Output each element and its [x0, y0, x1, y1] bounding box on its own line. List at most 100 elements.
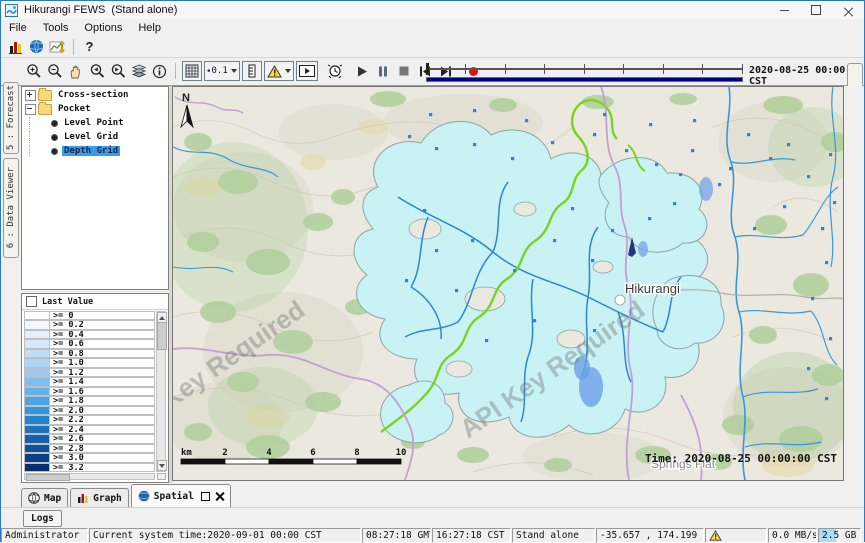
tree-node-label[interactable]: Pocket	[56, 104, 93, 114]
app-window: Hikurangi FEWS (Stand alone) File Tools …	[0, 0, 865, 542]
grid-icon	[185, 64, 199, 78]
legend-row-label: >= 1.2	[50, 368, 155, 377]
spatial-globe-icon	[138, 490, 150, 502]
main-toolbar: ?	[1, 36, 864, 58]
scrollbar-thumb[interactable]	[26, 474, 70, 481]
menu-help[interactable]: Help	[130, 21, 169, 35]
legend-row[interactable]: >= 1.0	[24, 358, 155, 367]
zoom-previous-icon	[89, 63, 105, 79]
legend-row-label: >= 3.2	[50, 463, 155, 472]
threshold-value: 0.1	[212, 66, 228, 76]
legend-color-swatch	[24, 415, 50, 424]
zoom-previous-button[interactable]	[86, 61, 107, 81]
legend-row[interactable]: >= 2.0	[24, 406, 155, 415]
legend-color-swatch	[24, 368, 50, 377]
grid-toggle-button[interactable]	[182, 61, 202, 81]
tree-node-pocket[interactable]: Pocket	[22, 103, 168, 115]
contour-threshold-dropdown[interactable]: • 0.1	[204, 61, 240, 81]
legend-row[interactable]: >= 0.4	[24, 330, 155, 339]
tree-indent	[29, 117, 51, 129]
tree-node-cross-section[interactable]: Cross-section	[22, 89, 168, 101]
ruler-button[interactable]	[242, 61, 262, 81]
map-display-button[interactable]	[26, 37, 47, 57]
status-warning[interactable]	[705, 528, 767, 543]
tree-node-label-selected[interactable]: Depth Grid	[62, 146, 120, 156]
tree-node-label[interactable]: Level Point	[62, 118, 126, 128]
map-toolbar: • 0.1	[1, 58, 864, 86]
legend-row[interactable]: >= 1.4	[24, 377, 155, 386]
close-icon	[844, 6, 853, 15]
legend-row[interactable]: >= 3.2	[24, 463, 155, 472]
timeline-slider[interactable]	[426, 62, 743, 83]
layers-button[interactable]	[128, 61, 149, 81]
map-view[interactable]: API Key Required API Key Required Hikura…	[172, 86, 844, 481]
menu-options[interactable]: Options	[76, 21, 130, 35]
collapse-icon[interactable]	[25, 104, 36, 115]
explorer-chart-button[interactable]	[5, 37, 26, 57]
logs-button[interactable]: Logs	[23, 510, 62, 527]
legend-row[interactable]: >= 0.6	[24, 339, 155, 348]
legend-color-swatch	[24, 463, 50, 472]
info-button[interactable]	[149, 61, 170, 81]
tab-graph[interactable]: Graph	[70, 488, 129, 507]
legend-row[interactable]: >= 2.2	[24, 415, 155, 424]
last-value-checkbox[interactable]	[26, 296, 37, 307]
tree-node-depth-grid[interactable]: Depth Grid	[22, 145, 168, 157]
legend-row-label: >= 0.8	[50, 349, 155, 358]
scroll-down-button[interactable]	[157, 460, 167, 471]
tab-map[interactable]: Map	[21, 488, 68, 507]
legend-row[interactable]: >= 0.8	[24, 349, 155, 358]
tree-node-level-grid[interactable]: Level Grid	[22, 131, 168, 143]
tab-spatial[interactable]: Spatial	[131, 484, 231, 507]
pan-button[interactable]	[65, 61, 86, 81]
zoom-in-icon	[26, 63, 42, 79]
toolbar-separator	[73, 39, 74, 55]
legend-row[interactable]: >= 1.2	[24, 368, 155, 377]
legend-color-swatch	[24, 358, 50, 367]
play-button[interactable]	[352, 61, 373, 81]
close-button[interactable]	[832, 1, 864, 19]
zoom-out-button[interactable]	[44, 61, 65, 81]
close-icon[interactable]	[215, 492, 224, 501]
map-canvas[interactable]: API Key Required API Key Required Hikura…	[173, 87, 843, 480]
layers-icon	[131, 64, 147, 78]
tree-node-label[interactable]: Cross-section	[56, 90, 130, 100]
maximize-icon[interactable]	[201, 492, 210, 501]
movie-player-button[interactable]	[296, 61, 318, 81]
legend-rows: >= 0>= 0.2>= 0.4>= 0.6>= 0.8>= 1.0>= 1.2…	[24, 311, 155, 472]
help-icon: ?	[80, 39, 100, 54]
scrollbar-thumb[interactable]	[157, 322, 167, 350]
legend-row[interactable]: >= 2.8	[24, 444, 155, 453]
folder-icon	[38, 104, 52, 115]
legend-vertical-scrollbar[interactable]	[156, 311, 166, 472]
tree-node-level-point[interactable]: Level Point	[22, 117, 168, 129]
menu-file[interactable]: File	[1, 21, 35, 35]
maximize-button[interactable]	[800, 1, 832, 19]
legend-row[interactable]: >= 0	[24, 311, 155, 320]
zoom-in-button[interactable]	[23, 61, 44, 81]
title-bar: Hikurangi FEWS (Stand alone)	[1, 1, 864, 20]
legend-row[interactable]: >= 3.0	[24, 453, 155, 462]
legend-color-swatch	[24, 320, 50, 329]
scrollbar-corner	[157, 473, 166, 480]
tree-node-label[interactable]: Level Grid	[62, 132, 120, 142]
legend-row[interactable]: >= 2.4	[24, 425, 155, 434]
stop-button[interactable]	[394, 61, 415, 81]
legend-row[interactable]: >= 0.2	[24, 320, 155, 329]
animation-timer-button[interactable]	[325, 61, 346, 81]
legend-row[interactable]: >= 1.8	[24, 396, 155, 405]
pause-button[interactable]	[373, 61, 394, 81]
minimize-button[interactable]	[768, 1, 800, 19]
zoom-next-button[interactable]	[107, 61, 128, 81]
thresholds-warning-dropdown[interactable]	[264, 61, 294, 81]
legend-row[interactable]: >= 2.6	[24, 434, 155, 443]
legend-horizontal-scrollbar[interactable]	[24, 473, 155, 480]
timeline-handle[interactable]	[426, 63, 429, 75]
help-button[interactable]: ?	[79, 37, 100, 57]
map-time-label: Time: 2020-08-25 00:00:00 CST	[645, 452, 837, 465]
spatial-profile-button[interactable]	[47, 37, 68, 57]
expand-icon[interactable]	[25, 90, 36, 101]
menu-tools[interactable]: Tools	[35, 21, 77, 35]
svg-text:2: 2	[222, 448, 227, 458]
legend-row[interactable]: >= 1.6	[24, 387, 155, 396]
